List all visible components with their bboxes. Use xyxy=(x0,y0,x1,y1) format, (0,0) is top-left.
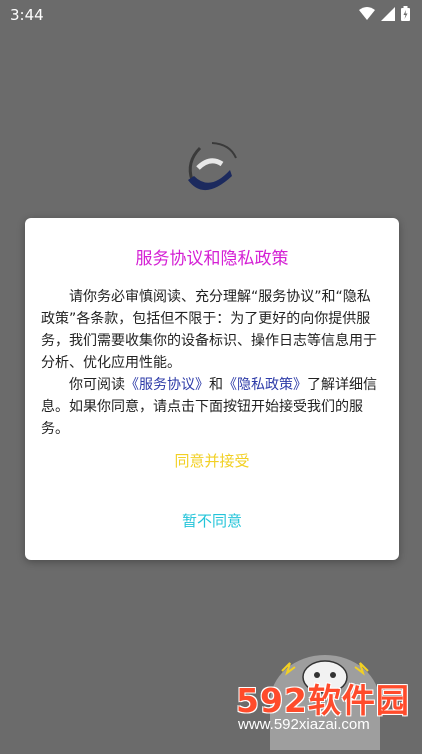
privacy-policy-link[interactable]: 《隐私政策》 xyxy=(223,377,307,393)
and-text: 和 xyxy=(209,377,223,393)
battery-icon xyxy=(401,6,410,21)
status-time: 3:44 xyxy=(10,6,44,24)
status-icons xyxy=(359,6,410,21)
watermark-url: www.592xiazai.com xyxy=(238,716,370,733)
agree-button[interactable]: 同意并接受 xyxy=(25,450,399,471)
logo-icon xyxy=(188,142,237,191)
paragraph-2-prefix: 你可阅读 xyxy=(69,377,125,393)
dialog-title: 服务协议和隐私政策 xyxy=(135,249,289,269)
dialog-paragraph-2: 你可阅读《服务协议》和《隐私政策》了解详细信息。如果你同意，请点击下面按钮开始接… xyxy=(41,374,383,440)
watermark-brand: 592软件园 xyxy=(236,681,410,720)
disagree-button[interactable]: 暂不同意 xyxy=(25,510,399,531)
dialog-body: 请你务必审慎阅读、充分理解“服务协议”和“隐私政策”各条款，包括但不限于：为了更… xyxy=(41,286,383,440)
status-bar: 3:44 xyxy=(0,0,422,30)
signal-icon xyxy=(381,6,395,21)
dialog-paragraph-1: 请你务必审慎阅读、充分理解“服务协议”和“隐私政策”各条款，包括但不限于：为了更… xyxy=(41,289,377,371)
wifi-icon xyxy=(359,6,375,21)
app-logo xyxy=(182,140,242,200)
privacy-dialog: 服务协议和隐私政策 请你务必审慎阅读、充分理解“服务协议”和“隐私政策”各条款，… xyxy=(25,218,399,560)
service-agreement-link[interactable]: 《服务协议》 xyxy=(125,377,209,393)
watermark: 592软件园 www.592xiazai.com xyxy=(232,674,417,744)
